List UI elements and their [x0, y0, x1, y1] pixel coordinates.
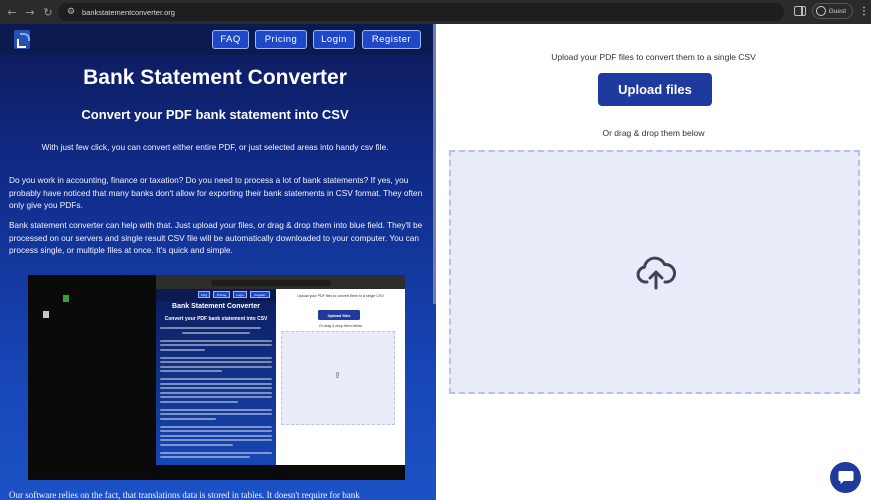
cloud-upload-icon: [636, 256, 676, 290]
demo-upload-button: Upload files: [318, 310, 360, 320]
back-arrow-icon[interactable]: ←: [3, 3, 21, 21]
reload-icon[interactable]: ↻: [39, 3, 57, 21]
site-navbar: FAQ Pricing Login Register: [0, 24, 436, 55]
paragraph-how-it-works: Bank statement converter can help with t…: [9, 220, 423, 255]
profile-icon: [815, 6, 826, 16]
chat-button[interactable]: [830, 462, 861, 493]
page-subtitle: Convert your PDF bank statement into CSV: [81, 107, 349, 122]
demo-nav-pricing: Pricing: [213, 291, 230, 298]
demo-drag-caption: Or drag & drop them below: [318, 324, 363, 328]
forward-arrow-icon[interactable]: →: [21, 3, 39, 21]
demo-browser-toolbar: [156, 275, 405, 289]
desktop-file-icon: [63, 295, 69, 302]
demo-text-lines: [160, 327, 272, 461]
site-info-icon[interactable]: ⚙: [64, 5, 78, 19]
address-bar-url: bankstatementconverter.org: [82, 7, 175, 17]
drop-zone[interactable]: [449, 150, 860, 394]
cloud-upload-icon: ⇪: [334, 371, 341, 380]
chat-bubble-icon: [838, 471, 853, 484]
demo-nav-register: Register: [250, 291, 270, 298]
browser-toolbar: ← → ↻ ⚙ bankstatementconverter.org Guest…: [0, 0, 871, 24]
nav-faq-button[interactable]: FAQ: [212, 30, 249, 49]
demo-navbar: FAQ Pricing Login Register: [156, 289, 276, 301]
site-logo[interactable]: [14, 30, 30, 49]
intro-text: With just few click, you can convert eit…: [41, 142, 389, 152]
info-pane: FAQ Pricing Login Register Bank Statemen…: [0, 24, 436, 500]
side-panel-icon[interactable]: [793, 6, 806, 16]
demo-nav-login: Login: [233, 291, 247, 298]
demo-title: Bank Statement Converter: [172, 303, 260, 310]
address-bar[interactable]: ⚙ bankstatementconverter.org: [58, 3, 784, 21]
drag-drop-caption: Or drag & drop them below: [602, 128, 705, 138]
demo-screenshot: FAQ Pricing Login Register Bank Statemen…: [28, 275, 405, 480]
desktop-file-icon: [43, 311, 49, 318]
profile-label: Guest: [828, 7, 846, 15]
upload-files-button[interactable]: Upload files: [598, 73, 712, 106]
upload-caption: Upload your PDF files to convert them to…: [551, 52, 756, 62]
demo-upload-pane: Upload your PDF files to convert them to…: [276, 289, 405, 465]
page-title: Bank Statement Converter: [83, 66, 347, 89]
demo-upload-caption: Upload your PDF files to convert them to…: [297, 294, 384, 298]
nav-register-button[interactable]: Register: [362, 30, 421, 49]
paragraph-tables: Our software relies on the fact, that tr…: [9, 490, 360, 500]
nav-login-button[interactable]: Login: [313, 30, 355, 49]
upload-pane: Upload your PDF files to convert them to…: [436, 24, 871, 500]
more-menu-icon[interactable]: ⋮: [859, 6, 869, 17]
demo-browser-window: FAQ Pricing Login Register Bank Statemen…: [156, 275, 405, 465]
demo-nav-faq: FAQ: [198, 291, 210, 298]
profile-button[interactable]: Guest: [811, 3, 853, 19]
nav-pricing-button[interactable]: Pricing: [255, 30, 307, 49]
demo-subtitle: Convert your PDF bank statement into CSV: [164, 316, 268, 322]
demo-info-pane: FAQ Pricing Login Register Bank Statemen…: [156, 289, 276, 465]
demo-drop-zone: ⇪: [281, 331, 395, 425]
paragraph-accounting: Do you work in accounting, finance or ta…: [9, 175, 423, 210]
demo-address-bar: [211, 280, 331, 286]
